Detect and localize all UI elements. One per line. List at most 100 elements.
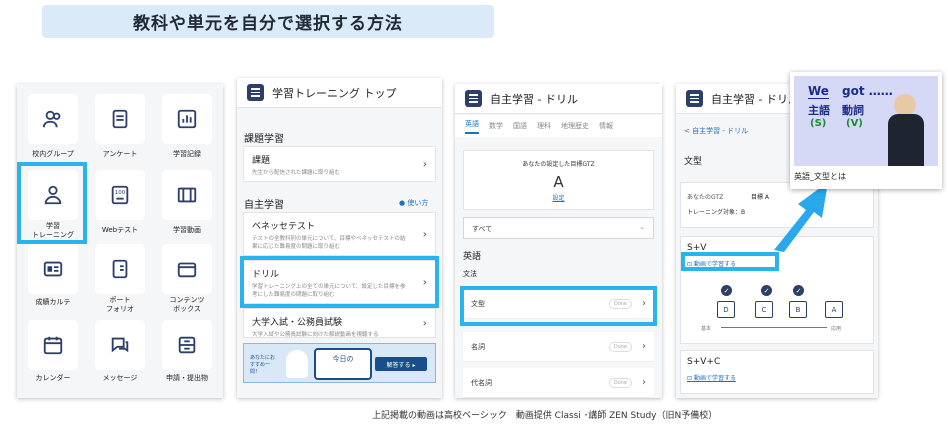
chevron-right-icon: ›	[422, 316, 427, 330]
self-study-section-title: 自主学習	[244, 200, 284, 211]
menu-item-message[interactable]	[95, 320, 145, 370]
info-icon: ●	[399, 199, 406, 207]
chevron-right-icon: ›	[642, 341, 646, 352]
tab-math[interactable]: 数学	[489, 121, 503, 131]
scale-right: 応用	[831, 326, 842, 332]
tab-english[interactable]: 英語	[465, 119, 479, 134]
student-illustration	[286, 350, 308, 378]
ad-small-text: あなたにおすすめ一問！	[250, 355, 276, 375]
menu-label: メッセージ	[102, 374, 138, 382]
menu-label: 申請・提出物	[166, 374, 208, 382]
done-badge: Done	[608, 341, 632, 352]
play-icon: ⊡	[687, 375, 693, 382]
howto-link[interactable]: ● 使い方	[399, 198, 428, 208]
card-title: 大学入試・公務員試験	[252, 318, 343, 328]
highlight-training	[17, 162, 87, 244]
breadcrumb[interactable]: < 自主学習 - ドリル	[684, 126, 748, 136]
category-title: 文法	[463, 270, 477, 278]
tab-info[interactable]: 情報	[599, 121, 613, 131]
bar-chart-icon	[177, 109, 197, 129]
calendar-icon	[43, 336, 63, 355]
training-header: 学習トレーニング トップ	[237, 78, 442, 108]
level-c-button[interactable]: C	[755, 301, 773, 318]
menu-item-portfolio[interactable]	[95, 244, 145, 294]
menu-label: Webテスト	[101, 226, 139, 234]
menu-item-web-test[interactable]: 100	[95, 170, 145, 220]
chevron-right-icon: ›	[422, 157, 427, 171]
unit-name: 代名詞	[471, 378, 492, 387]
highlight-unit	[460, 286, 657, 326]
tab-japanese[interactable]: 国語	[513, 121, 527, 131]
menu-item-school-group[interactable]	[28, 94, 78, 144]
menu-item-calendar[interactable]	[28, 320, 78, 370]
tab-science[interactable]: 理科	[537, 121, 551, 131]
hamburger-icon[interactable]	[465, 90, 482, 107]
unit-row[interactable]: 代名詞 Done ›	[463, 368, 654, 398]
video-verb: 動詞	[842, 104, 864, 117]
drill-header-title: 自主学習 - ドリル	[490, 92, 578, 106]
training-top-panel: 学習トレーニング トップ 課題学習 課題 先生から配信された課題に取り組む › …	[237, 78, 442, 398]
tab-geo-history[interactable]: 地理歴史	[561, 121, 589, 131]
unit-row[interactable]: 名詞 Done ›	[463, 332, 654, 362]
page-title-banner: 教科や単元を自分で選択する方法	[42, 5, 494, 38]
video-word-got: got ……	[842, 84, 893, 98]
tray-icon	[178, 336, 196, 354]
chevron-right-icon: ›	[642, 377, 646, 388]
level-d-button[interactable]: D	[717, 301, 735, 318]
portfolio-icon	[112, 259, 128, 279]
menu-label: コンテンツ ボックス	[169, 296, 205, 313]
menu-item-content-box[interactable]	[162, 244, 212, 294]
video-word-we: We	[808, 84, 829, 99]
teacher-body	[888, 114, 924, 166]
today-book: 今日の	[314, 348, 372, 380]
menu-item-survey[interactable]	[95, 94, 145, 144]
training-header-title: 学習トレーニング トップ	[272, 86, 397, 100]
menu-label: 学習記録	[173, 150, 201, 158]
menu-item-video[interactable]	[162, 170, 212, 220]
unit-name: 名詞	[471, 342, 485, 351]
page-title: 教科や単元を自分で選択する方法	[133, 14, 403, 34]
gtz-setting-link[interactable]: 設定	[464, 193, 653, 202]
hamburger-icon[interactable]	[686, 90, 703, 107]
hamburger-icon[interactable]	[247, 84, 264, 101]
menu-item-submission[interactable]	[162, 320, 212, 370]
today-label: 今日の	[332, 355, 354, 363]
recommend-banner[interactable]: あなたにおすすめ一問！ 今日の 解答する ▸	[243, 343, 436, 383]
subject-tabs: 英語 数学 国語 理科 地理歴史 情報	[455, 115, 662, 137]
film-icon	[177, 187, 197, 203]
pattern-title: S+V+C	[687, 357, 721, 367]
scale-arrow	[721, 327, 827, 328]
scale-left: 基本	[701, 326, 712, 332]
menu-item-study-log[interactable]	[162, 94, 212, 144]
chat-icon	[111, 337, 129, 353]
menu-label: ポート フォリオ	[106, 296, 134, 313]
answer-button[interactable]: 解答する ▸	[375, 357, 427, 371]
teacher-face	[894, 94, 916, 116]
video-thumbnail[interactable]: We got …… 主語 動詞 (S) (V) 英語_文型とは	[790, 72, 942, 189]
video-link-label: 動画で学習する	[693, 375, 736, 382]
check-icon: ✓	[793, 285, 804, 296]
menu-item-report-card[interactable]	[28, 244, 78, 294]
check-icon: ✓	[761, 285, 772, 296]
level-b-button[interactable]: B	[789, 301, 807, 318]
drill-panel: 自主学習 - ドリル 英語 数学 国語 理科 地理歴史 情報 あなたの設定した目…	[455, 84, 662, 398]
subject-title: 英語	[463, 252, 482, 262]
check-icon: ✓	[721, 285, 732, 296]
menu-label: 成績カルテ	[35, 298, 71, 306]
exam-card[interactable]: 大学入試・公務員試験 大学入試や公務員試験に向けた解説動画を視聴する ›	[243, 308, 436, 338]
video-caption: 英語_文型とは	[794, 172, 846, 181]
assigned-card-title: 課題	[252, 156, 271, 166]
id-card-icon	[43, 261, 63, 277]
menu-label: 校内グループ	[32, 150, 74, 158]
level-a-button[interactable]: A	[825, 301, 843, 318]
filter-select[interactable]: すべて ⌄	[463, 217, 654, 239]
benesse-test-card[interactable]: ベネッセテスト テストの全教科別の単元について、目標やベネッセテストの結果に応じ…	[243, 212, 436, 256]
score-sheet-icon: 100	[111, 185, 129, 205]
menu-label: 学習動画	[173, 226, 201, 234]
menu-label: アンケート	[102, 150, 138, 158]
unit-title: 文型	[684, 157, 703, 167]
video-study-link[interactable]: ⊡ 動画で学習する	[687, 373, 736, 382]
assigned-section-title: 課題学習	[244, 134, 284, 145]
assigned-card[interactable]: 課題 先生から配信された課題に取り組む ›	[243, 146, 436, 182]
video-subject: 主語	[808, 104, 830, 117]
